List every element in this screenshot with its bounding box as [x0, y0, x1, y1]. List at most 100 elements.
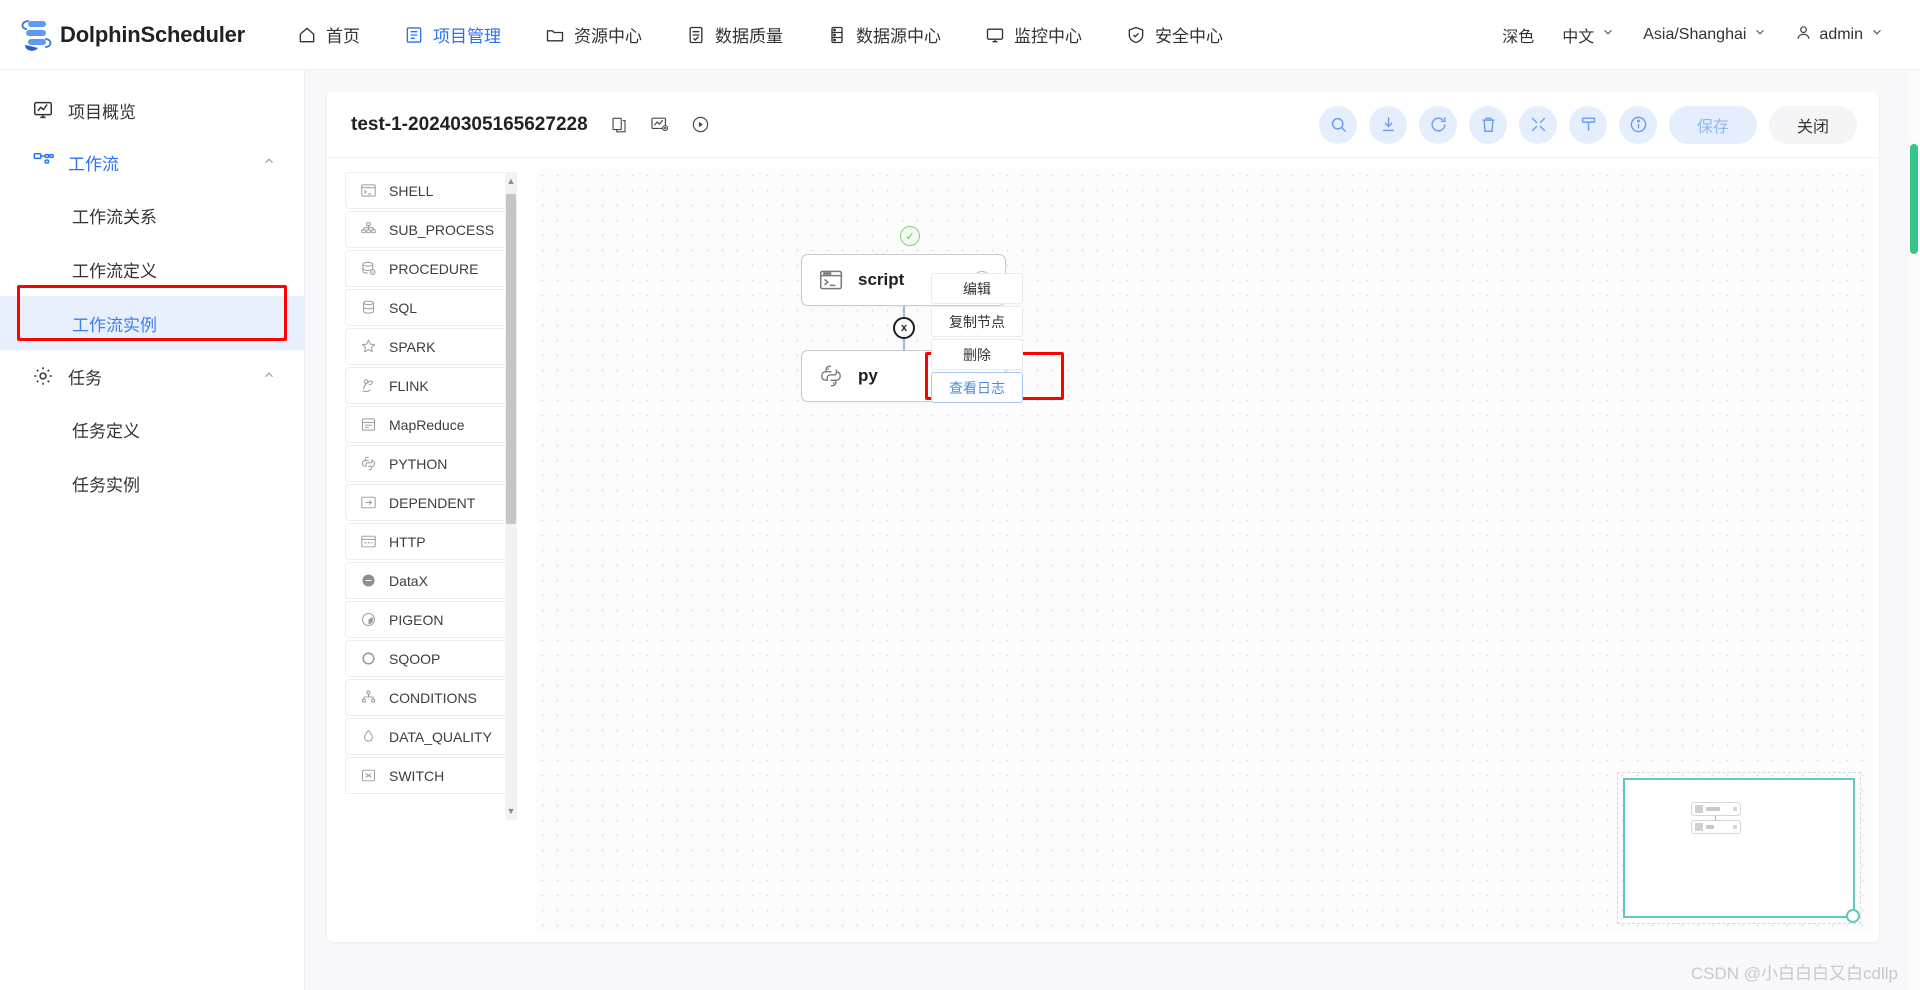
- task-type-item[interactable]: DEPENDENT: [345, 484, 513, 521]
- task-list-scrollbar[interactable]: ▲ ▼: [505, 172, 517, 820]
- task-type-item[interactable]: DATA_QUALITY: [345, 718, 513, 755]
- sql-icon: [360, 299, 377, 316]
- context-menu-item[interactable]: 复制节点: [931, 306, 1023, 337]
- task-type-item[interactable]: CONDITIONS: [345, 679, 513, 716]
- copy-icon[interactable]: [610, 116, 628, 134]
- download-icon[interactable]: [1369, 105, 1407, 144]
- theme-toggle[interactable]: 深色: [1488, 0, 1548, 70]
- sidebar-item-overview[interactable]: 项目概览: [0, 84, 304, 136]
- minimap-resize-handle[interactable]: [1846, 909, 1860, 923]
- task-type-item[interactable]: FLINK: [345, 367, 513, 404]
- delete-icon[interactable]: [1469, 105, 1507, 144]
- task-type-item[interactable]: SQOOP: [345, 640, 513, 677]
- nav-item-security[interactable]: 安全中心: [1104, 0, 1245, 70]
- sidebar-item-workflow-instance[interactable]: 工作流实例: [0, 296, 304, 350]
- nav-item-resource[interactable]: 资源中心: [523, 0, 664, 70]
- workflow-canvas[interactable]: ✓ script + x: [535, 168, 1873, 934]
- brand-logo-area[interactable]: DolphinScheduler: [16, 15, 245, 55]
- top-nav-right: 深色 中文 Asia/Shanghai admin: [1488, 0, 1920, 70]
- spark-icon: [360, 338, 377, 355]
- sidebar-item-task-instance[interactable]: 任务实例: [0, 456, 304, 510]
- main-content-area: test-1-20240305165627228 保存 关闭 SHELL SUB…: [305, 70, 1920, 990]
- sidebar-item-workflow-relation[interactable]: 工作流关系: [0, 188, 304, 242]
- task-type-item[interactable]: PROCEDURE: [345, 250, 513, 287]
- context-menu-item[interactable]: 查看日志: [931, 372, 1023, 403]
- run-icon[interactable]: [691, 115, 710, 134]
- context-menu-item[interactable]: 编辑: [931, 273, 1023, 304]
- chevron-down-icon: [1601, 25, 1615, 44]
- scroll-down-arrow-icon[interactable]: ▼: [505, 804, 517, 818]
- task-type-label: MapReduce: [389, 416, 465, 433]
- task-type-item[interactable]: SUB_PROCESS: [345, 211, 513, 248]
- timezone-label: Asia/Shanghai: [1643, 25, 1747, 43]
- page-scroll-thumb[interactable]: [1910, 144, 1918, 254]
- fullscreen-icon[interactable]: [1519, 105, 1557, 144]
- task-type-item[interactable]: PIGEON: [345, 601, 513, 638]
- user-name: admin: [1819, 25, 1863, 43]
- nav-item-data-quality[interactable]: 数据质量: [664, 0, 805, 70]
- task-type-palette: SHELL SUB_PROCESS PROCEDURE SQL SPARK FLINK Ma…: [327, 158, 527, 942]
- left-sidebar: 项目概览 工作流 工作流关系 工作流定义 工作流实例 任务 任务定义 任务实例: [0, 70, 305, 990]
- python-icon: [360, 455, 377, 472]
- workflow-icon: [32, 151, 54, 173]
- shell-icon: [360, 182, 377, 199]
- procedure-icon: [360, 260, 377, 277]
- scroll-up-arrow-icon[interactable]: ▲: [505, 174, 517, 188]
- datasource-icon: [827, 25, 847, 45]
- format-icon[interactable]: [1569, 105, 1607, 144]
- task-type-item[interactable]: HTTP: [345, 523, 513, 560]
- sidebar-label-overview: 项目概览: [68, 102, 136, 122]
- user-menu[interactable]: admin: [1781, 0, 1898, 70]
- task-type-label: SWITCH: [389, 767, 445, 784]
- timezone-selector[interactable]: Asia/Shanghai: [1629, 0, 1781, 70]
- task-type-label: DataX: [389, 572, 428, 589]
- refresh-icon[interactable]: [1419, 105, 1457, 144]
- workflow-designer-panel: test-1-20240305165627228 保存 关闭 SHELL SUB…: [327, 92, 1879, 942]
- task-type-item[interactable]: SHELL: [345, 172, 513, 209]
- sidebar-item-workflow-definition[interactable]: 工作流定义: [0, 242, 304, 296]
- overview-icon: [32, 99, 54, 121]
- nav-label-resource: 资源中心: [574, 27, 643, 46]
- save-button[interactable]: 保存: [1669, 105, 1757, 144]
- minimap-edge: [1715, 816, 1716, 821]
- chevron-up-icon: [262, 368, 276, 385]
- task-type-item[interactable]: PYTHON: [345, 445, 513, 482]
- close-button[interactable]: 关闭: [1769, 105, 1857, 144]
- sidebar-label-task-definition: 任务定义: [72, 421, 140, 441]
- task-type-list: SHELL SUB_PROCESS PROCEDURE SQL SPARK FLINK Ma…: [345, 172, 517, 820]
- task-type-label: PROCEDURE: [389, 260, 479, 277]
- search-icon[interactable]: [1319, 105, 1357, 144]
- monitor-icon: [985, 25, 1005, 45]
- task-type-item[interactable]: MapReduce: [345, 406, 513, 443]
- task-type-item[interactable]: SPARK: [345, 328, 513, 365]
- avatar: [1795, 24, 1812, 46]
- switch-icon: [360, 767, 377, 784]
- task-type-item[interactable]: SWITCH: [345, 757, 513, 794]
- nav-item-monitor[interactable]: 监控中心: [963, 0, 1104, 70]
- minimap-node-label: [1706, 807, 1720, 811]
- task-list-scroll-thumb[interactable]: [506, 194, 516, 524]
- nav-label-security: 安全中心: [1155, 27, 1224, 46]
- edge-delete-badge[interactable]: x: [893, 317, 915, 339]
- task-type-label: SQOOP: [389, 650, 441, 667]
- task-type-item[interactable]: SQL: [345, 289, 513, 326]
- sidebar-item-task-definition[interactable]: 任务定义: [0, 402, 304, 456]
- nav-label-monitor: 监控中心: [1014, 27, 1083, 46]
- page-scrollbar[interactable]: [1908, 70, 1920, 990]
- mapreduce-icon: [360, 416, 377, 433]
- nav-item-home[interactable]: 首页: [275, 0, 382, 70]
- info-icon[interactable]: [1619, 105, 1657, 144]
- folder-icon: [545, 25, 565, 45]
- canvas-minimap[interactable]: [1617, 772, 1861, 924]
- context-menu-item[interactable]: 删除: [931, 339, 1023, 370]
- task-type-item[interactable]: DataX: [345, 562, 513, 599]
- nav-item-datasource[interactable]: 数据源中心: [805, 0, 963, 70]
- conditions-icon: [360, 689, 377, 706]
- task-type-label: SPARK: [389, 338, 436, 355]
- http-icon: [360, 533, 377, 550]
- language-selector[interactable]: 中文: [1548, 0, 1629, 70]
- sidebar-group-task[interactable]: 任务: [0, 350, 304, 402]
- nav-item-project[interactable]: 项目管理: [382, 0, 523, 70]
- sidebar-group-workflow[interactable]: 工作流: [0, 136, 304, 188]
- gantt-icon[interactable]: [650, 115, 669, 134]
